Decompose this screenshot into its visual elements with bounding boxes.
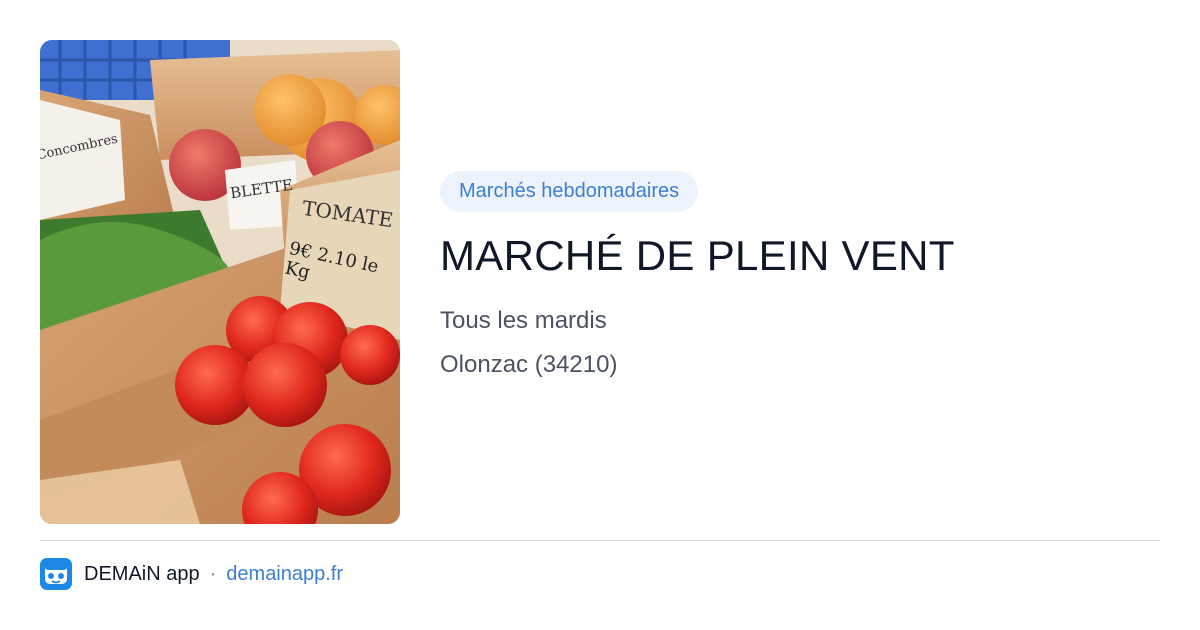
market-location: Olonzac (34210) [440,351,618,378]
footer: DEMAiN app · demainapp.fr [40,558,343,590]
market-schedule: Tous les mardis [440,307,607,334]
category-badge[interactable]: Marchés hebdomadaires [440,171,699,212]
domain-link[interactable]: demainapp.fr [226,563,343,586]
footer-separator: · [209,562,217,585]
market-title: MARCHÉ DE PLEIN VENT [440,232,955,279]
demain-app-icon[interactable] [40,558,72,590]
market-photo: BLETTE TOMATE 9€ 2.10 le Kg Concombres [40,40,400,524]
footer-divider [40,540,1160,541]
market-info: Marchés hebdomadaires MARCHÉ DE PLEIN VE… [440,171,1160,380]
app-name: DEMAiN app [84,562,200,585]
